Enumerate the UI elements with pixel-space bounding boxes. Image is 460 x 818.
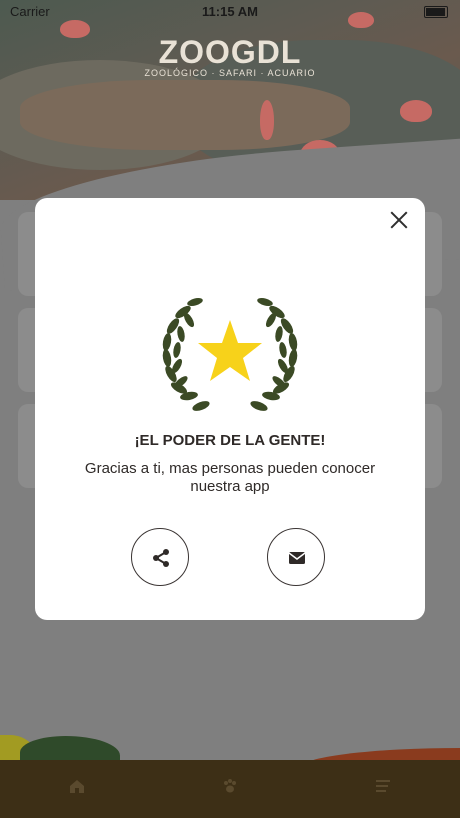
hero-island bbox=[20, 80, 350, 150]
email-icon bbox=[288, 552, 306, 564]
menu-icon[interactable] bbox=[374, 777, 392, 795]
modal-title: ¡EL PODER DE LA GENTE! bbox=[134, 432, 326, 449]
laurel-star-icon bbox=[157, 296, 303, 418]
home-icon[interactable] bbox=[68, 777, 86, 795]
close-icon[interactable] bbox=[387, 208, 411, 232]
paw-icon[interactable] bbox=[221, 777, 239, 795]
rating-thanks-modal: ¡EL PODER DE LA GENTE! Gracias a ti, mas… bbox=[35, 198, 425, 620]
logo-title: ZOOGDL bbox=[158, 34, 302, 70]
status-bar: Carrier 11:15 AM bbox=[0, 0, 460, 22]
share-button[interactable] bbox=[131, 528, 189, 586]
share-icon bbox=[153, 549, 169, 567]
clock: 11:15 AM bbox=[202, 4, 258, 19]
flamingo-shape bbox=[260, 100, 274, 140]
battery-icon bbox=[424, 6, 448, 18]
modal-message: Gracias a ti, mas personas pueden conoce… bbox=[84, 460, 376, 495]
email-button[interactable] bbox=[267, 528, 325, 586]
logo-subtitle: ZOOLÓGICO · SAFARI · ACUARIO bbox=[144, 68, 316, 78]
flamingo-shape bbox=[400, 100, 432, 122]
